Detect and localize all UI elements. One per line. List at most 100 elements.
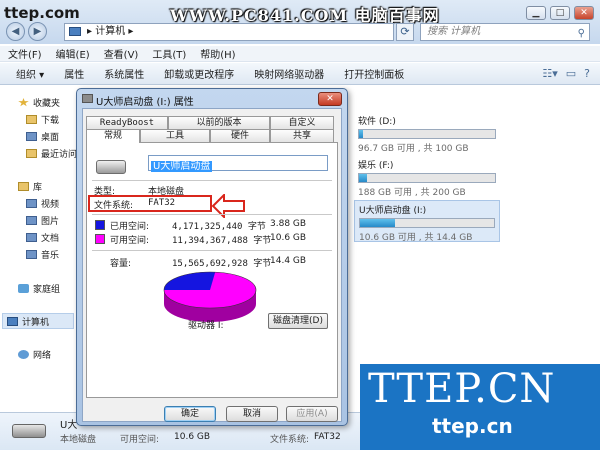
toolbar-map-drive[interactable]: 映射网络驱动器 xyxy=(254,66,324,81)
tab-sharing[interactable]: 共享 xyxy=(270,129,334,142)
filesystem-value: FAT32 xyxy=(148,198,176,208)
menu-view[interactable]: 查看(V) xyxy=(104,46,139,61)
drive-item-f[interactable]: 娱乐 (F:) 188 GB 可用 , 共 200 GB xyxy=(358,158,498,198)
help-icon[interactable]: ? xyxy=(584,67,590,80)
search-icon: ⚲ xyxy=(577,28,585,39)
drive-item-i-selected[interactable]: U大师启动盘 (I:) 10.6 GB 可用 , 共 14.4 GB xyxy=(354,200,500,243)
toolbar-control-panel[interactable]: 打开控制面板 xyxy=(344,66,404,81)
watermark-ttep-cn: TTEP.CN xyxy=(368,366,556,412)
drive-small-icon xyxy=(82,94,93,103)
sidebar-item-pictures[interactable]: 图片 xyxy=(26,214,59,227)
disk-cleanup-button[interactable]: 磁盘清理(D) xyxy=(268,313,328,329)
menu-bar: 文件(F) 编辑(E) 查看(V) 工具(T) 帮助(H) xyxy=(0,46,600,62)
address-text: 计算机 xyxy=(95,26,126,37)
computer-icon xyxy=(7,316,18,326)
preview-pane-icon[interactable]: ▭ xyxy=(566,67,576,80)
tab-tools[interactable]: 工具 xyxy=(140,129,210,142)
sidebar-item-desktop[interactable]: 桌面 xyxy=(26,130,59,143)
drive-space-text: 188 GB 可用 , 共 200 GB xyxy=(358,188,466,198)
toolbar-uninstall[interactable]: 卸载或更改程序 xyxy=(164,66,234,81)
forward-button[interactable]: ▶ xyxy=(28,22,47,41)
menu-tools[interactable]: 工具(T) xyxy=(152,46,186,61)
capacity-label: 容量: xyxy=(110,259,132,269)
details-fs-label: 文件系统: xyxy=(270,435,310,445)
address-bar[interactable]: ▸ 计算机 ▸ xyxy=(64,23,394,41)
volume-label-input[interactable]: U大师启动盘 xyxy=(148,155,328,172)
drive-name: 软件 (D:) xyxy=(358,117,396,127)
back-button[interactable]: ◀ xyxy=(6,22,25,41)
details-type: 本地磁盘 xyxy=(60,435,97,445)
sidebar-item-documents[interactable]: 文档 xyxy=(26,231,59,244)
tab-readyboost[interactable]: ReadyBoost xyxy=(86,116,168,129)
homegroup-icon xyxy=(18,284,29,293)
video-icon xyxy=(26,199,37,208)
ok-button[interactable]: 确定 xyxy=(164,406,216,422)
details-free-label: 可用空间: xyxy=(120,435,160,445)
details-free-value: 10.6 GB xyxy=(174,432,211,442)
divider xyxy=(92,214,332,215)
watermark-ttep-small: ttep.cn xyxy=(432,414,513,438)
tab-customize[interactable]: 自定义 xyxy=(270,116,334,129)
dialog-title: U大师启动盘 (I:) 属性 xyxy=(96,97,194,108)
drive-usage-fill xyxy=(359,130,364,138)
tab-general[interactable]: 常规 xyxy=(86,129,140,143)
refresh-icon: ⟳ xyxy=(400,25,410,38)
minimize-button[interactable]: ▁ xyxy=(526,6,546,20)
apply-button[interactable]: 应用(A) xyxy=(286,406,338,422)
dialog-close-button[interactable]: ✕ xyxy=(318,92,342,106)
drive-usage-bar xyxy=(358,129,496,139)
divider xyxy=(92,250,332,251)
sidebar-item-music[interactable]: 音乐 xyxy=(26,248,59,261)
watermark-ttep-top: ttep.com xyxy=(4,4,80,22)
sidebar-item-videos[interactable]: 视频 xyxy=(26,197,59,210)
toolbar-properties[interactable]: 属性 xyxy=(64,66,84,81)
toolbar-system-properties[interactable]: 系统属性 xyxy=(104,66,144,81)
close-button[interactable]: ✕ xyxy=(574,6,594,20)
free-space-size: 10.6 GB xyxy=(270,233,307,243)
picture-icon xyxy=(26,216,37,225)
menu-help[interactable]: 帮助(H) xyxy=(200,46,235,61)
divider xyxy=(92,180,332,181)
drive-usage-bar xyxy=(359,218,495,228)
sidebar-item-network[interactable]: 网络 xyxy=(18,348,51,361)
address-chevron: ▸ xyxy=(125,26,134,37)
free-space-label: 可用空间: xyxy=(110,236,150,246)
sidebar-item-libraries[interactable]: 库 xyxy=(18,180,42,193)
drive-large-icon xyxy=(96,160,126,174)
toolbar-right-icons: ☷▾ ▭ ? xyxy=(542,67,590,80)
tab-previous-versions[interactable]: 以前的版本 xyxy=(168,116,270,129)
search-placeholder: 搜索 计算机 xyxy=(427,26,481,37)
drive-usage-fill xyxy=(359,174,368,182)
back-arrow-icon: ◀ xyxy=(11,26,20,37)
sidebar-item-favorites[interactable]: 收藏夹 xyxy=(18,96,60,109)
sidebar-item-computer[interactable]: 计算机 xyxy=(2,313,74,329)
pie-used-slice xyxy=(164,272,216,290)
menu-file[interactable]: 文件(F) xyxy=(8,46,42,61)
refresh-button[interactable]: ⟳ xyxy=(396,23,414,41)
sidebar-item-recent[interactable]: 最近访问 xyxy=(26,147,77,160)
volume-label-text: U大师启动盘 xyxy=(151,161,213,172)
used-space-swatch xyxy=(95,220,105,230)
document-icon xyxy=(26,233,37,242)
details-fs-value: FAT32 xyxy=(314,432,341,442)
address-separator: ▸ xyxy=(87,26,96,37)
search-input[interactable]: 搜索 计算机 ⚲ xyxy=(420,23,590,41)
folder-icon xyxy=(26,149,37,158)
command-toolbar: 组织 ▾ 属性 系统属性 卸载或更改程序 映射网络驱动器 打开控制面板 ☷▾ ▭… xyxy=(0,63,600,85)
drive-name: 娱乐 (F:) xyxy=(358,161,394,171)
library-icon xyxy=(18,182,29,191)
music-icon xyxy=(26,250,37,259)
drive-space-text: 96.7 GB 可用 , 共 100 GB xyxy=(358,144,469,154)
menu-edit[interactable]: 编辑(E) xyxy=(56,46,90,61)
cancel-button[interactable]: 取消 xyxy=(226,406,278,422)
tab-hardware[interactable]: 硬件 xyxy=(210,129,270,142)
drive-item-d[interactable]: 软件 (D:) 96.7 GB 可用 , 共 100 GB xyxy=(358,114,498,154)
drive-name: U大师启动盘 (I:) xyxy=(359,206,427,216)
drive-usage-bar xyxy=(358,173,496,183)
view-options-icon[interactable]: ☷▾ xyxy=(542,67,557,80)
sidebar-item-homegroup[interactable]: 家庭组 xyxy=(18,282,60,295)
toolbar-organize[interactable]: 组织 ▾ xyxy=(16,66,44,81)
maximize-button[interactable]: □ xyxy=(550,6,570,20)
forward-arrow-icon: ▶ xyxy=(33,26,42,37)
sidebar-item-downloads[interactable]: 下载 xyxy=(26,113,59,126)
